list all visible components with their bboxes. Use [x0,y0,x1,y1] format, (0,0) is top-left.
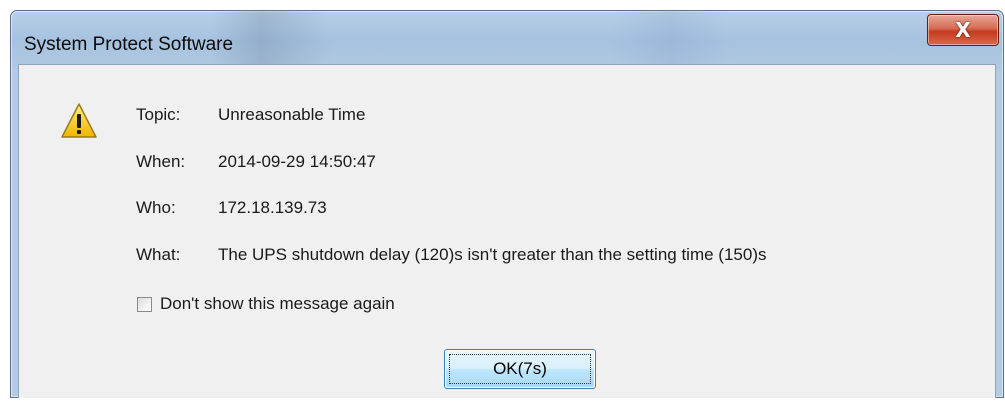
window-title: System Protect Software [24,34,234,55]
close-icon: X [955,18,971,42]
title-bar-background [211,11,911,71]
who-value: 172.18.139.73 [218,198,327,217]
when-row: When: 2014-09-29 14:50:47 [136,152,376,172]
who-row: Who: 172.18.139.73 [136,198,327,218]
topic-value: Unreasonable Time [218,105,366,124]
focus-rectangle [449,354,591,384]
dont-show-again-label[interactable]: Don't show this message again [160,294,395,314]
dont-show-again-option[interactable]: Don't show this message again [137,294,395,314]
what-row: What: The UPS shutdown delay (120)s isn't… [136,245,766,265]
what-label: What: [136,245,181,264]
when-value: 2014-09-29 14:50:47 [218,152,376,171]
ok-button[interactable]: OK(7s) [444,349,596,389]
what-value: The UPS shutdown delay (120)s isn't grea… [218,245,767,264]
topic-label: Topic: [136,105,181,124]
when-label: When: [136,152,186,171]
topic-row: Topic: Unreasonable Time [136,105,365,125]
close-button[interactable]: X [927,14,999,46]
dont-show-again-checkbox[interactable] [137,296,152,312]
dialog-body: Topic: Unreasonable Time When: 2014-09-29 … [18,64,996,398]
who-label: Who: [136,198,176,217]
dialog-window: System Protect Software X Topic: Unreason… [10,10,1004,398]
warning-icon [61,103,97,138]
